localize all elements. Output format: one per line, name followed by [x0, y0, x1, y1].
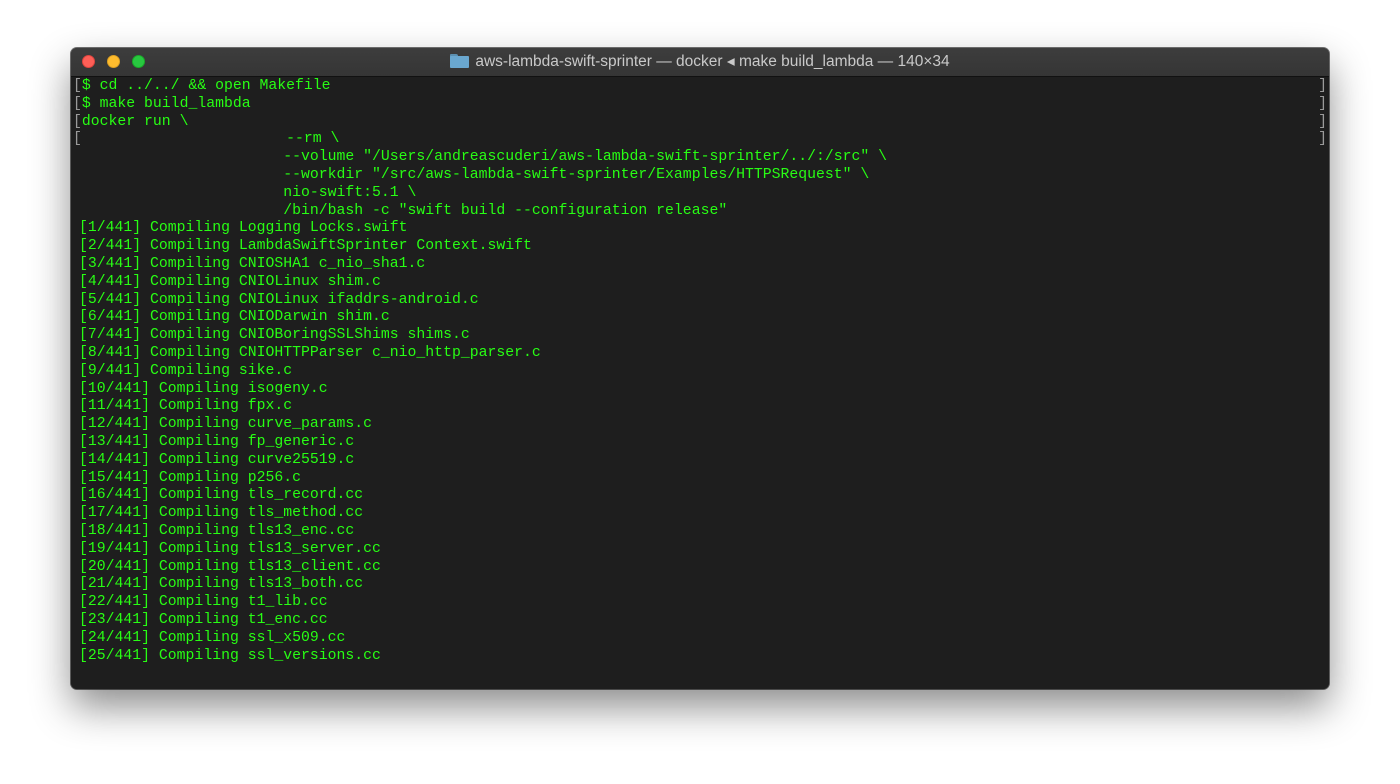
- terminal-line: [23/441] Compiling t1_enc.cc: [73, 612, 1329, 630]
- terminal-line: /bin/bash -c "swift build --configuratio…: [73, 203, 1329, 221]
- terminal-line: [15/441] Compiling p256.c: [73, 470, 1329, 488]
- terminal-line: [$ cd ../../ && open Makefile]: [73, 78, 1329, 96]
- terminal-line-text: [20/441] Compiling tls13_client.cc: [79, 558, 381, 575]
- terminal-line-text: [17/441] Compiling tls_method.cc: [79, 505, 364, 522]
- title-bar[interactable]: aws-lambda-swift-sprinter — docker ◂ mak…: [71, 48, 1329, 77]
- terminal-line: --volume "/Users/andreascuderi/aws-lambd…: [73, 149, 1329, 167]
- terminal-line: [8/441] Compiling CNIOHTTPParser c_nio_h…: [73, 345, 1329, 363]
- terminal-line: [19/441] Compiling tls13_server.cc: [73, 541, 1329, 559]
- terminal-line-text: /bin/bash -c "swift build --configuratio…: [79, 202, 728, 219]
- line-bracket-left: [: [73, 131, 82, 148]
- terminal-line-text: [24/441] Compiling ssl_x509.cc: [79, 629, 346, 646]
- terminal-line-text: --rm \: [81, 131, 340, 148]
- terminal-line: [docker run \]: [73, 114, 1329, 132]
- line-bracket-right: ]: [1318, 131, 1327, 148]
- window-title: aws-lambda-swift-sprinter — docker ◂ mak…: [475, 53, 950, 70]
- terminal-line-text: [7/441] Compiling CNIOBoringSSLShims shi…: [79, 327, 470, 344]
- terminal-line-text: docker run \: [81, 113, 189, 130]
- terminal-line-text: [11/441] Compiling fpx.c: [79, 398, 293, 415]
- terminal-line-text: [2/441] Compiling LambdaSwiftSprinter Co…: [79, 238, 532, 255]
- terminal-line-text: [21/441] Compiling tls13_both.cc: [79, 576, 364, 593]
- terminal-line-text: [4/441] Compiling CNIOLinux shim.c: [79, 273, 381, 290]
- terminal-line-text: [8/441] Compiling CNIOHTTPParser c_nio_h…: [79, 344, 541, 361]
- terminal-line: nio-swift:5.1 \: [73, 185, 1329, 203]
- terminal-line: [24/441] Compiling ssl_x509.cc: [73, 630, 1329, 648]
- line-bracket-right: ]: [1318, 95, 1327, 112]
- terminal-output[interactable]: [$ cd ../../ && open Makefile] [$ make bu…: [71, 77, 1329, 689]
- terminal-line-text: [18/441] Compiling tls13_enc.cc: [79, 522, 355, 539]
- terminal-line-text: --volume "/Users/andreascuderi/aws-lambd…: [79, 149, 888, 166]
- line-bracket-left: [: [73, 113, 82, 130]
- terminal-line: [12/441] Compiling curve_params.c: [73, 416, 1329, 434]
- terminal-line-text: [5/441] Compiling CNIOLinux ifaddrs-andr…: [79, 291, 479, 308]
- terminal-line: [20/441] Compiling tls13_client.cc: [73, 559, 1329, 577]
- terminal-line: [16/441] Compiling tls_record.cc: [73, 487, 1329, 505]
- terminal-line-text: [15/441] Compiling p256.c: [79, 469, 301, 486]
- line-bracket-right: ]: [1318, 113, 1327, 130]
- terminal-line: [ --rm \]: [73, 131, 1329, 149]
- terminal-line-text: [14/441] Compiling curve25519.c: [79, 451, 355, 468]
- terminal-line-text: [6/441] Compiling CNIODarwin shim.c: [79, 309, 390, 326]
- terminal-line-text: [22/441] Compiling t1_lib.cc: [79, 594, 328, 611]
- terminal-line: [14/441] Compiling curve25519.c: [73, 452, 1329, 470]
- terminal-line: [$ make build_lambda]: [73, 96, 1329, 114]
- terminal-line-text: [12/441] Compiling curve_params.c: [79, 416, 373, 433]
- terminal-line-text: [9/441] Compiling sike.c: [79, 362, 293, 379]
- terminal-window: aws-lambda-swift-sprinter — docker ◂ mak…: [71, 48, 1329, 689]
- line-bracket-left: [: [73, 78, 82, 94]
- terminal-line-text: [10/441] Compiling isogeny.c: [79, 380, 328, 397]
- terminal-line-text: [16/441] Compiling tls_record.cc: [79, 487, 364, 504]
- terminal-line: [2/441] Compiling LambdaSwiftSprinter Co…: [73, 238, 1329, 256]
- line-bracket-right: ]: [1318, 78, 1327, 94]
- terminal-line: [5/441] Compiling CNIOLinux ifaddrs-andr…: [73, 292, 1329, 310]
- terminal-line: [3/441] Compiling CNIOSHA1 c_nio_sha1.c: [73, 256, 1329, 274]
- terminal-line-text: nio-swift:5.1 \: [79, 184, 417, 201]
- line-bracket-left: [: [73, 95, 82, 112]
- folder-icon: [450, 54, 470, 68]
- terminal-line: [4/441] Compiling CNIOLinux shim.c: [73, 274, 1329, 292]
- terminal-line: [13/441] Compiling fp_generic.c: [73, 434, 1329, 452]
- terminal-line: [17/441] Compiling tls_method.cc: [73, 505, 1329, 523]
- terminal-line-text: $ cd ../../ && open Makefile: [81, 78, 331, 94]
- terminal-line: [18/441] Compiling tls13_enc.cc: [73, 523, 1329, 541]
- terminal-line: --workdir "/src/aws-lambda-swift-sprinte…: [73, 167, 1329, 185]
- terminal-line: [9/441] Compiling sike.c: [73, 363, 1329, 381]
- terminal-line-text: [3/441] Compiling CNIOSHA1 c_nio_sha1.c: [79, 255, 426, 272]
- terminal-line: [7/441] Compiling CNIOBoringSSLShims shi…: [73, 327, 1329, 345]
- terminal-line: [10/441] Compiling isogeny.c: [73, 381, 1329, 399]
- terminal-lines: [$ cd ../../ && open Makefile] [$ make bu…: [73, 78, 1329, 665]
- terminal-line-text: [13/441] Compiling fp_generic.c: [79, 433, 355, 450]
- terminal-line-text: [25/441] Compiling ssl_versions.cc: [79, 647, 381, 664]
- terminal-line-text: $ make build_lambda: [81, 95, 251, 112]
- terminal-line: [11/441] Compiling fpx.c: [73, 398, 1329, 416]
- terminal-line-text: [23/441] Compiling t1_enc.cc: [79, 611, 328, 628]
- terminal-line: [25/441] Compiling ssl_versions.cc: [73, 648, 1329, 666]
- terminal-line-text: --workdir "/src/aws-lambda-swift-sprinte…: [79, 166, 870, 183]
- terminal-line-text: [19/441] Compiling tls13_server.cc: [79, 540, 381, 557]
- terminal-line: [22/441] Compiling t1_lib.cc: [73, 594, 1329, 612]
- terminal-line: [21/441] Compiling tls13_both.cc: [73, 576, 1329, 594]
- terminal-line: [1/441] Compiling Logging Locks.swift: [73, 220, 1329, 238]
- terminal-line-text: [1/441] Compiling Logging Locks.swift: [79, 220, 408, 237]
- terminal-line: [6/441] Compiling CNIODarwin shim.c: [73, 309, 1329, 327]
- window-title-container: aws-lambda-swift-sprinter — docker ◂ mak…: [71, 48, 1329, 76]
